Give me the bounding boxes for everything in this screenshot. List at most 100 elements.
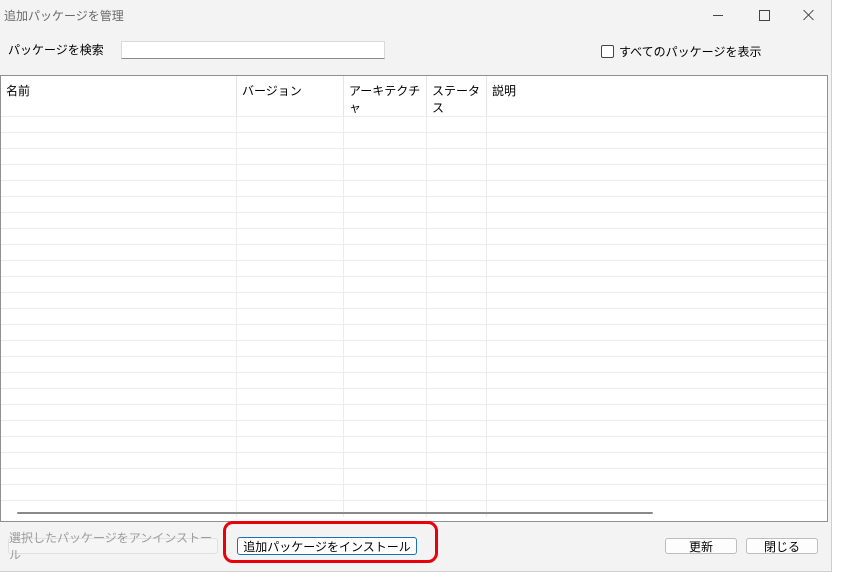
table-row[interactable] — [1, 340, 827, 357]
table-cell — [237, 373, 344, 389]
show-all-toggle[interactable]: すべてのパッケージを表示 — [601, 43, 761, 60]
table-cell — [427, 165, 487, 181]
table-row[interactable] — [1, 484, 827, 501]
table-cell — [487, 357, 827, 373]
table-cell — [237, 437, 344, 453]
table-cell — [237, 229, 344, 245]
table-cell — [427, 341, 487, 357]
table-row[interactable] — [1, 228, 827, 245]
table-cell — [427, 405, 487, 421]
horizontal-scrollbar[interactable] — [17, 512, 653, 514]
column-header-architecture[interactable]: アーキテクチャ — [344, 76, 427, 116]
table-row[interactable] — [1, 196, 827, 213]
table-row[interactable] — [1, 452, 827, 469]
table-cell — [237, 485, 344, 501]
table-cell — [1, 165, 237, 181]
column-header-version[interactable]: バージョン — [237, 76, 344, 116]
table-cell — [344, 117, 427, 133]
table-cell — [344, 453, 427, 469]
table-cell — [487, 277, 827, 293]
table-cell — [487, 453, 827, 469]
table-cell — [1, 197, 237, 213]
table-cell — [487, 213, 827, 229]
column-header-status[interactable]: ステータス — [427, 76, 487, 116]
table-row[interactable] — [1, 180, 827, 197]
table-cell — [1, 437, 237, 453]
table-row[interactable] — [1, 244, 827, 261]
table-row[interactable] — [1, 292, 827, 309]
table-cell — [487, 245, 827, 261]
table-row[interactable] — [1, 212, 827, 229]
table-cell — [237, 213, 344, 229]
table-cell — [427, 261, 487, 277]
table-row[interactable] — [1, 436, 827, 453]
minimize-button[interactable] — [695, 0, 741, 30]
table-cell — [237, 421, 344, 437]
table-cell — [344, 309, 427, 325]
table-cell — [487, 117, 827, 133]
table-row[interactable] — [1, 308, 827, 325]
table-row[interactable] — [1, 260, 827, 277]
table-row[interactable] — [1, 468, 827, 485]
table-cell — [1, 133, 237, 149]
table-row[interactable] — [1, 388, 827, 405]
package-table[interactable]: 名前 バージョン アーキテクチャ ステータス 説明 — [0, 75, 828, 522]
close-icon — [803, 9, 815, 21]
table-cell — [344, 485, 427, 501]
table-cell — [427, 373, 487, 389]
table-cell — [427, 421, 487, 437]
search-input[interactable] — [121, 41, 385, 59]
table-cell — [427, 469, 487, 485]
table-cell — [237, 117, 344, 133]
table-cell — [237, 261, 344, 277]
table-cell — [237, 149, 344, 165]
title-bar[interactable]: 追加パッケージを管理 — [0, 0, 831, 30]
table-cell — [427, 245, 487, 261]
table-cell — [237, 165, 344, 181]
table-row[interactable] — [1, 420, 827, 437]
uninstall-selected-button[interactable]: 選択したパッケージをアンインストール — [8, 531, 218, 562]
table-cell — [487, 325, 827, 341]
table-cell — [344, 341, 427, 357]
table-row[interactable] — [1, 116, 827, 133]
table-cell — [427, 453, 487, 469]
table-row[interactable] — [1, 164, 827, 181]
table-cell — [1, 277, 237, 293]
table-cell — [344, 213, 427, 229]
table-cell — [427, 293, 487, 309]
table-cell — [237, 469, 344, 485]
show-all-checkbox[interactable] — [601, 45, 614, 58]
table-cell — [427, 117, 487, 133]
table-cell — [344, 325, 427, 341]
table-row[interactable] — [1, 404, 827, 421]
column-header-name[interactable]: 名前 — [1, 76, 237, 116]
table-cell — [427, 133, 487, 149]
minimize-icon — [713, 14, 723, 16]
table-row[interactable] — [1, 276, 827, 293]
table-cell — [427, 309, 487, 325]
close-window-button[interactable] — [786, 0, 832, 30]
table-cell — [427, 149, 487, 165]
table-cell — [237, 357, 344, 373]
table-cell — [1, 309, 237, 325]
table-cell — [487, 437, 827, 453]
table-cell — [1, 325, 237, 341]
table-row[interactable] — [1, 356, 827, 373]
package-manager-window: 追加パッケージを管理 パッケージを検索 すべてのパッケージを表示 名前 バージョ… — [0, 0, 832, 572]
table-row[interactable] — [1, 324, 827, 341]
close-button[interactable]: 閉じる — [746, 538, 818, 554]
table-cell — [237, 501, 344, 517]
table-row[interactable] — [1, 372, 827, 389]
column-header-description[interactable]: 説明 — [487, 76, 827, 116]
maximize-button[interactable] — [741, 0, 787, 30]
table-cell — [1, 421, 237, 437]
table-cell — [344, 165, 427, 181]
refresh-button[interactable]: 更新 — [665, 538, 737, 554]
table-row[interactable] — [1, 132, 827, 149]
install-additional-packages-button[interactable]: 追加パッケージをインストール — [237, 537, 417, 555]
show-all-label: すべてのパッケージを表示 — [619, 45, 762, 59]
table-cell — [487, 421, 827, 437]
table-cell — [237, 293, 344, 309]
table-cell — [1, 229, 237, 245]
table-row[interactable] — [1, 148, 827, 165]
